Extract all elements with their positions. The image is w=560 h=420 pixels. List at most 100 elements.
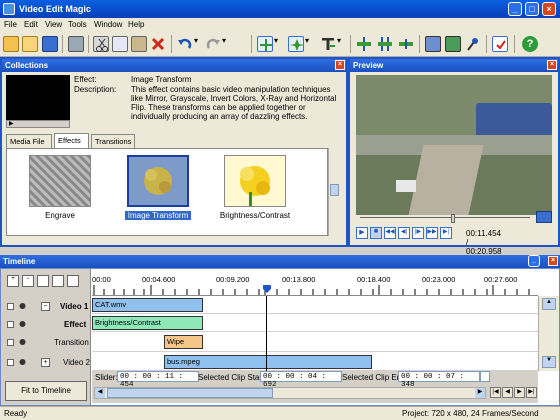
apply-time-icon[interactable] [480, 371, 490, 382]
visibility-icon[interactable] [18, 338, 27, 346]
clip-transition[interactable]: Wipe [164, 335, 203, 349]
fullscreen-icon[interactable] [536, 211, 552, 223]
visibility-icon[interactable] [18, 358, 27, 366]
scroll-right-icon[interactable]: ▶ [475, 388, 485, 398]
track-enable-checkbox[interactable] [7, 321, 14, 328]
scroll-down-icon[interactable]: ▼ [542, 356, 556, 368]
hscroll-thumb[interactable] [107, 388, 273, 398]
undo-icon[interactable] [177, 36, 193, 52]
track-header-video2[interactable]: + Video 2 [5, 355, 91, 373]
export-icon[interactable] [445, 36, 461, 52]
effect-thumbnail-brightness-contrast[interactable] [224, 155, 286, 207]
add-effect-icon[interactable] [288, 36, 304, 52]
new-project-icon[interactable] [3, 36, 19, 52]
timeline-vscrollbar[interactable]: ▲ ▼ [538, 296, 559, 371]
microphone-icon[interactable] [464, 36, 480, 52]
collections-close-button[interactable]: × [335, 60, 345, 70]
help-icon[interactable]: ? [522, 36, 538, 52]
add-effect-dropdown-icon[interactable]: ▾ [305, 36, 311, 52]
end-button[interactable]: ▶| [440, 227, 452, 239]
copy-icon[interactable] [112, 36, 128, 52]
tab-media-file[interactable]: Media File [6, 134, 52, 148]
track-header-video1[interactable]: − Video 1 [5, 299, 91, 317]
redo-icon[interactable] [205, 36, 221, 52]
slider-time-field[interactable]: 00 : 00 : 11 : 454 [117, 371, 199, 389]
scroll-left-icon[interactable]: ◀ [95, 388, 105, 398]
add-media-icon[interactable] [257, 36, 273, 52]
track-header-transition[interactable]: Transition [5, 335, 91, 353]
nav-next-icon[interactable]: ▶ [514, 387, 525, 398]
tab-effects[interactable]: Effects [54, 133, 89, 148]
visibility-icon[interactable] [18, 302, 27, 310]
paste-icon[interactable] [131, 36, 147, 52]
stop-button[interactable]: ■ [370, 227, 382, 239]
clip-effect[interactable]: Brightness/Contrast [92, 316, 203, 330]
track-enable-checkbox[interactable] [7, 339, 14, 346]
track-enable-checkbox[interactable] [7, 359, 14, 366]
track-expander[interactable]: − [41, 302, 50, 311]
effect-preview-slider[interactable]: ▶ [6, 120, 70, 128]
marker-icon[interactable] [67, 275, 79, 287]
scroll-up-icon[interactable]: ▲ [542, 298, 556, 310]
cut-icon[interactable] [93, 36, 109, 52]
track-enable-checkbox[interactable] [7, 303, 14, 310]
preview-close-button[interactable]: × [547, 60, 557, 70]
zoom-in-icon[interactable]: + [7, 275, 19, 287]
join-clip-icon[interactable] [398, 36, 414, 52]
zoom-out-icon[interactable]: − [22, 275, 34, 287]
nav-last-icon[interactable]: ▶| [526, 387, 537, 398]
close-button[interactable]: × [542, 2, 556, 16]
fast-forward-button[interactable]: ▶▶ [426, 227, 438, 239]
menu-edit[interactable]: Edit [24, 20, 38, 29]
split-clip-icon[interactable] [356, 36, 372, 52]
step-back-button[interactable]: ◀| [398, 227, 410, 239]
camera-icon[interactable] [425, 36, 441, 52]
track-expander[interactable]: + [41, 358, 50, 367]
nav-prev-icon[interactable]: ◀ [502, 387, 513, 398]
gallery-scroll-thumb[interactable] [330, 184, 339, 196]
effect-thumbnail-engrave[interactable] [29, 155, 91, 207]
gallery-scrollbar[interactable] [328, 148, 340, 236]
minimize-button[interactable]: _ [508, 2, 522, 16]
add-text-dropdown-icon[interactable]: ▾ [337, 36, 343, 52]
add-text-icon[interactable] [320, 36, 336, 52]
clip-video1[interactable]: CAT.wmv [92, 298, 203, 312]
nav-first-icon[interactable]: |◀ [490, 387, 501, 398]
undo-dropdown-icon[interactable]: ▾ [194, 36, 200, 52]
rewind-button[interactable]: ◀◀ [384, 227, 396, 239]
capture-icon[interactable] [68, 36, 84, 52]
play-button[interactable]: ▶ [356, 227, 368, 239]
menu-window[interactable]: Window [94, 20, 122, 29]
tab-transitions[interactable]: Transitions [91, 134, 135, 148]
trim-clip-icon[interactable] [377, 36, 393, 52]
step-forward-button[interactable]: |▶ [412, 227, 424, 239]
timeline-close-button[interactable]: × [548, 256, 558, 266]
menu-file[interactable]: File [4, 20, 17, 29]
menu-tools[interactable]: Tools [68, 20, 87, 29]
open-folder-icon[interactable] [22, 36, 38, 52]
delete-icon[interactable] [150, 36, 166, 52]
menu-view[interactable]: View [45, 20, 62, 29]
clip-start-field[interactable]: 00 : 00 : 04 : 692 [260, 371, 342, 389]
preview-seek-bar[interactable] [360, 214, 530, 223]
playhead-marker-icon[interactable] [262, 284, 272, 294]
clip-video2[interactable]: bus.mpeg [164, 355, 372, 369]
menu-help[interactable]: Help [128, 20, 144, 29]
maximize-button[interactable]: □ [525, 2, 539, 16]
timeline-ruler[interactable]: 00:00 00:04.600 00:09.200 00:13.800 00:1… [92, 269, 538, 296]
clip-end-field[interactable]: 00 : 00 : 07 : 348 [398, 371, 480, 389]
save-icon[interactable] [42, 36, 58, 52]
add-track-icon[interactable] [52, 275, 64, 287]
properties-icon[interactable] [492, 36, 508, 52]
preview-seek-thumb[interactable] [451, 214, 455, 223]
fit-to-timeline-button[interactable]: Fit to Timeline [5, 381, 87, 401]
effect-thumbnail-image-transform[interactable] [127, 155, 189, 207]
redo-dropdown-icon[interactable]: ▾ [222, 36, 228, 52]
add-media-dropdown-icon[interactable]: ▾ [274, 36, 280, 52]
timeline-hscrollbar[interactable]: ◀ ▶ [94, 387, 486, 399]
timeline-minimize-button[interactable]: _ [528, 255, 540, 267]
visibility-icon[interactable] [18, 320, 27, 328]
play-icon[interactable]: ▶ [9, 120, 14, 127]
snap-icon[interactable] [37, 275, 49, 287]
track-header-effect[interactable]: Effect [5, 317, 91, 335]
